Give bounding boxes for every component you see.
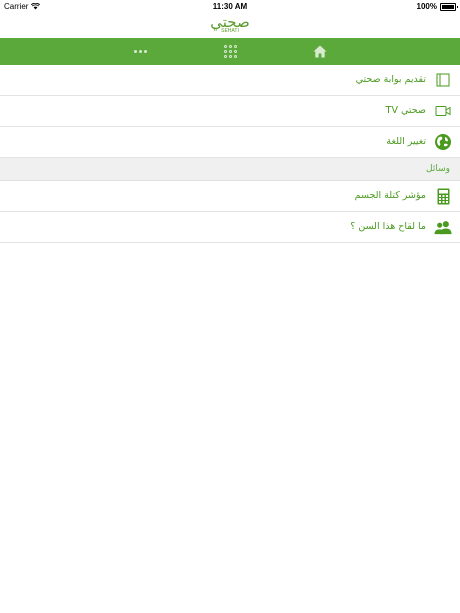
- logo-subtitle: SEHATI: [221, 28, 239, 34]
- battery-icon: [440, 2, 458, 11]
- side-menu: تقديم بوابة صحتي صحتي TV تغيير اللغة وسا…: [0, 65, 460, 243]
- menu-item-language[interactable]: تغيير اللغة: [0, 127, 460, 158]
- status-bar: Carrier 11:30 AM 100%: [0, 0, 460, 14]
- globe-icon: [434, 133, 452, 151]
- home-icon: [313, 45, 327, 58]
- home-button[interactable]: [300, 38, 340, 65]
- section-header-tools: وسائل: [0, 158, 460, 181]
- menu-item-label: مؤشر كتلة الجسم: [354, 190, 426, 201]
- menu-item-tv[interactable]: صحتي TV: [0, 96, 460, 127]
- menu-item-vaccine[interactable]: ما لقاح هذا السن ؟: [0, 212, 460, 243]
- menu-item-label: ما لقاح هذا السن ؟: [350, 221, 426, 232]
- book-icon: [434, 71, 452, 89]
- video-camera-icon: [434, 102, 452, 120]
- grid-menu-icon: [223, 45, 237, 58]
- section-title: وسائل: [426, 164, 450, 174]
- app-logo: صحتي SEHATI: [0, 14, 460, 38]
- clock: 11:30 AM: [212, 2, 248, 11]
- grid-menu-button[interactable]: [210, 38, 250, 65]
- menu-item-label: صحتي TV: [385, 105, 426, 116]
- menu-item-bmi[interactable]: مؤشر كتلة الجسم: [0, 181, 460, 212]
- battery-group: 100%: [416, 2, 458, 11]
- battery-percent: 100%: [416, 2, 437, 11]
- more-dots-icon: [133, 50, 147, 53]
- people-icon: [434, 218, 452, 236]
- menu-item-intro[interactable]: تقديم بوابة صحتي: [0, 65, 460, 96]
- more-button[interactable]: [120, 38, 160, 65]
- menu-item-label: تغيير اللغة: [386, 136, 426, 147]
- calculator-icon: [434, 187, 452, 205]
- nav-bar: [0, 38, 460, 65]
- menu-item-label: تقديم بوابة صحتي: [355, 74, 426, 85]
